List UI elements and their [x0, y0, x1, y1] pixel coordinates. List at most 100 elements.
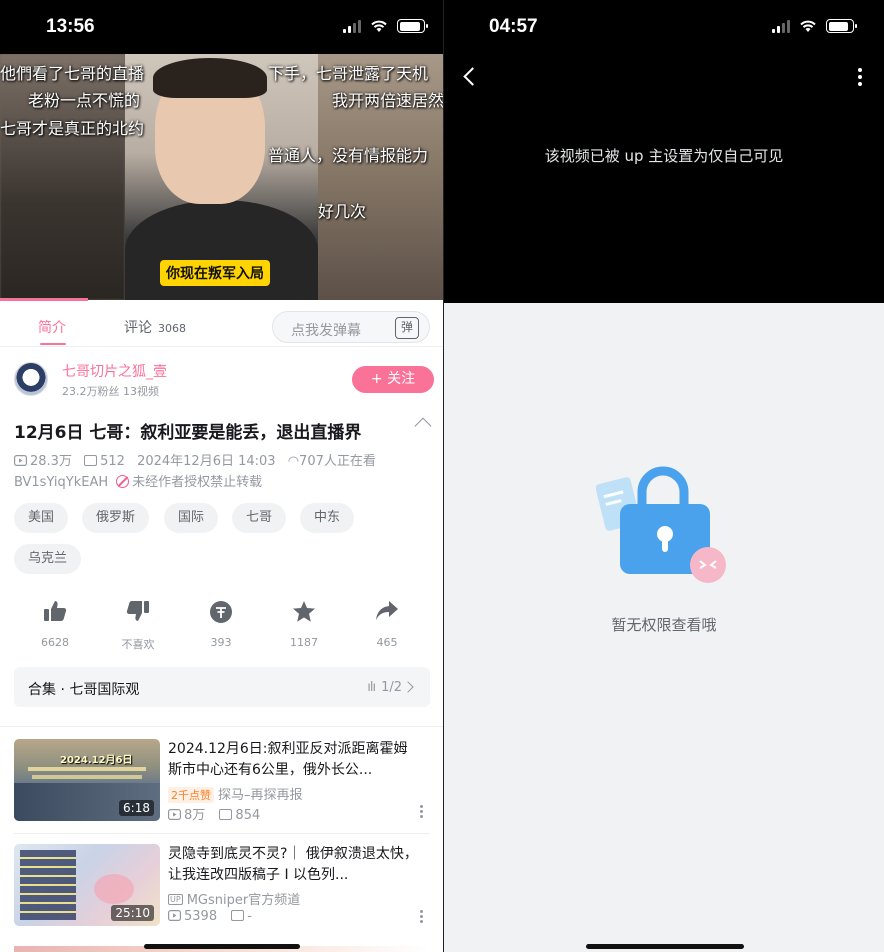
rec-title: 灵隐寺到底灵不灵?｜ 俄伊叙溃退太快，让我连改四版稿子 I 以色列... [168, 846, 418, 883]
tab-indicator [40, 343, 66, 345]
more-options-icon[interactable] [420, 805, 424, 819]
author-name[interactable]: 七哥切片之狐_壹 [62, 361, 167, 381]
overlay-text: 好几次 [318, 202, 367, 221]
watching-icon: ◠ [287, 454, 300, 469]
like-count: 6628 [41, 636, 69, 649]
rec-source-name: MGsniper官方频道 [186, 893, 301, 908]
tag-chip[interactable]: 俄罗斯 [82, 503, 150, 533]
tag-chip[interactable]: 中东 [300, 503, 355, 533]
back-arrow-icon[interactable] [463, 67, 482, 86]
overlay-text: 七哥才是真正的北约 [0, 119, 145, 138]
home-indicator[interactable] [144, 944, 300, 949]
author-row: 七哥切片之狐_壹 23.2万粉丝 13视频 + 关注 [14, 360, 434, 400]
play-count-icon [14, 455, 28, 467]
list-item[interactable]: 2024.12月6日 6:18 2024.12月6日:叙利亚反对派距离霍姆斯市中… [14, 739, 430, 823]
view-count: 28.3万 [30, 454, 72, 469]
tab-intro[interactable]: 简介 [38, 317, 66, 337]
tag-chip[interactable]: 国际 [164, 503, 219, 533]
up-badge: UP [168, 894, 183, 905]
video-subtitle: 你现在叛军入局 [160, 260, 270, 286]
home-indicator[interactable] [586, 944, 744, 949]
comments-count: 3068 [158, 322, 186, 335]
coin-button[interactable]: 393 [191, 600, 251, 649]
thumbnail-text: 2024.12月6日 [60, 755, 133, 766]
avatar[interactable] [14, 362, 48, 396]
lock-icon [595, 466, 731, 586]
danmaku-count-icon [219, 809, 233, 820]
video-player-private: 04:57 该视频已被 up 主设置为仅自己可见 [444, 0, 884, 303]
play-count-icon [168, 910, 182, 922]
danmaku-toggle-icon[interactable]: 弹 [395, 317, 419, 339]
status-icons [772, 19, 857, 33]
like-button[interactable]: 6628 [25, 600, 85, 649]
danmaku-count-icon [84, 455, 98, 466]
author-stats: 23.2万粉丝 13视频 [62, 385, 159, 398]
more-options-icon[interactable] [858, 68, 862, 89]
video-progress-bar[interactable] [0, 298, 88, 301]
action-bar: 6628 不喜欢 393 1187 465 [0, 600, 443, 652]
hot-badge: 2千点赞 [168, 787, 214, 803]
dislike-label: 不喜欢 [121, 638, 155, 651]
tag-chip[interactable]: 乌克兰 [14, 544, 82, 574]
rec-views: 8万 [184, 808, 206, 823]
divider [14, 833, 430, 834]
left-screenshot: 13:56 他們看了七哥的直播 下手，七哥泄露了天机 老粉一点不慌的 我开两倍速… [0, 0, 443, 952]
list-item[interactable]: 25:10 灵隐寺到底灵不灵?｜ 俄伊叙溃退太快，让我连改四版稿子 I 以色列.… [14, 844, 430, 928]
no-repost-icon [116, 475, 130, 488]
overlay-text: 他們看了七哥的直播 [0, 64, 145, 83]
tab-comments-label: 评论 [124, 320, 152, 336]
private-video-message: 该视频已被 up 主设置为仅自己可见 [544, 147, 784, 165]
status-bar: 13:56 [0, 0, 443, 54]
divider [0, 726, 443, 727]
tag-chip[interactable]: 七哥 [232, 503, 287, 533]
rec-title: 2024.12月6日:叙利亚反对派距离霍姆斯市中心还有6公里，俄外长公... [168, 741, 408, 778]
video-meta: 28.3万 512 2024年12月6日 14:03 ◠707人正在看 [14, 450, 376, 469]
playlist-bars-icon: ılı [367, 680, 376, 695]
rec-danmaku: - [247, 909, 252, 924]
overlay-text: 普通人，没有情报能力 [268, 146, 429, 165]
battery-icon [397, 19, 428, 33]
rec-stats: 8万 854 [168, 804, 260, 823]
rec-source: 2千点赞 探马–再探再报 [168, 784, 303, 803]
collection-row[interactable]: 合集 · 七哥国际观 ılı 1/2 [14, 667, 430, 707]
collection-progress: ılı 1/2 [367, 680, 402, 695]
overlay-text: 下手，七哥泄露了天机 [268, 64, 429, 83]
danmaku-placeholder: 点我发弹幕 [291, 323, 361, 339]
tab-comments[interactable]: 评论 3068 [124, 317, 186, 337]
overlay-text: 老粉一点不慌的 [28, 91, 141, 110]
collection-progress-value: 1/2 [381, 680, 402, 695]
tag-chip[interactable]: 美国 [14, 503, 69, 533]
danmaku-count-icon [231, 910, 245, 921]
thumbs-down-icon [126, 601, 149, 621]
favorite-button[interactable]: 1187 [274, 600, 334, 649]
status-time: 13:56 [46, 16, 95, 37]
rec-views: 5398 [184, 909, 218, 924]
favorite-count: 1187 [290, 636, 318, 649]
status-bar: 04:57 [444, 0, 884, 54]
play-count-icon [168, 809, 182, 821]
more-options-icon[interactable] [420, 910, 424, 924]
follow-button[interactable]: + 关注 [352, 366, 434, 393]
rec-stats: 5398 - [168, 909, 252, 924]
right-screenshot: 04:57 该视频已被 up 主设置为仅自己可见 暂无权限查看哦 [444, 0, 884, 952]
no-repost-text: 未经作者授权禁止转载 [132, 475, 263, 490]
video-thumbnail: 25:10 [14, 844, 160, 926]
wifi-icon [800, 20, 816, 32]
watching-count: 707人正在看 [299, 454, 376, 469]
status-time: 04:57 [489, 16, 538, 37]
no-permission-text: 暂无权限查看哦 [611, 616, 717, 634]
video-title: 12月6日 七哥：叙利亚要是能丢，退出直播界 [14, 423, 362, 443]
danmaku-input[interactable]: 点我发弹幕 弹 [272, 311, 430, 343]
share-button[interactable]: 465 [357, 600, 417, 649]
video-thumbnail: 2024.12月6日 6:18 [14, 739, 160, 821]
coin-icon [210, 601, 232, 623]
video-player[interactable]: 他們看了七哥的直播 下手，七哥泄露了天机 老粉一点不慌的 我开两倍速居然 七哥才… [0, 54, 443, 300]
chevron-right-icon [402, 681, 414, 693]
thumbs-up-icon [44, 601, 67, 621]
dislike-button[interactable]: 不喜欢 [108, 600, 168, 652]
collapse-chevron-icon[interactable] [414, 417, 432, 435]
collection-title: 合集 · 七哥国际观 [28, 682, 140, 698]
rec-source: UP MGsniper官方频道 [168, 889, 300, 908]
bvid: BV1sYiqYkEAH [14, 475, 109, 490]
video-meta-2: BV1sYiqYkEAH 未经作者授权禁止转载 [14, 471, 262, 490]
